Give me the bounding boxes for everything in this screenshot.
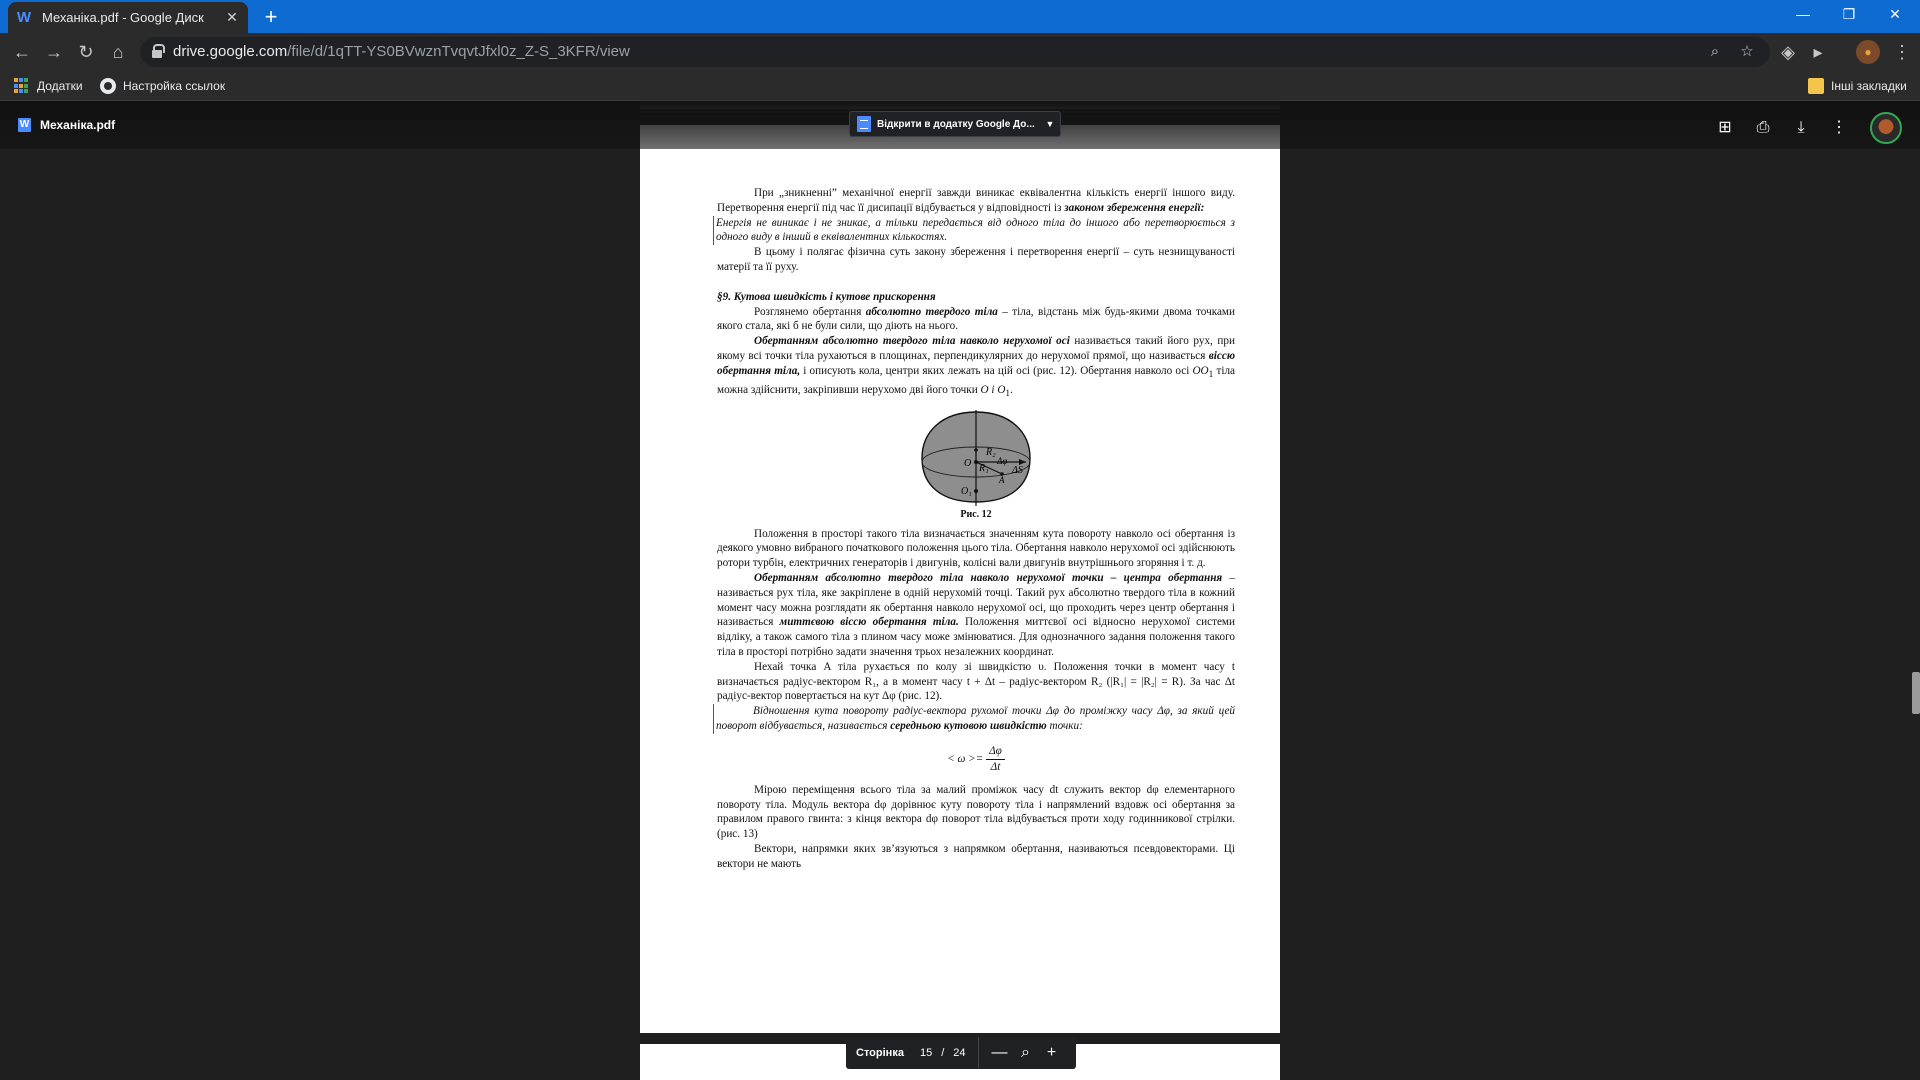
label-r1: R₁ [978,463,989,474]
bold-term: миттєвою віссю обертання тіла. [779,616,959,629]
viewer-header: W Механіка.pdf Відкрити в додатку Google… [0,101,1920,149]
math-term: OO [1192,364,1209,377]
lock-icon[interactable] [152,44,165,58]
paragraph: Положення в просторі такого тіла визнача… [717,527,1235,570]
tab-close-icon[interactable]: ✕ [224,9,240,26]
folder-icon [1808,78,1824,94]
bold-term: Обертанням абсолютно твердого тіла навко… [754,572,1223,585]
formula-fraction: Δφ Δt [986,744,1005,775]
browser-toolbar: ← → ↻ ⌂ drive.google.com/file/d/1qTT-YS0… [0,33,1920,71]
total-pages: 24 [953,1047,966,1059]
download-icon[interactable]: ⤓ [1790,117,1812,139]
bookmark-link-settings[interactable]: Настройка ссылок [100,71,225,101]
paragraph: Обертанням абсолютно твердого тіла навко… [717,335,1236,400]
figure-12: R₂ O R₁ Δφ A ΔS O₁ Рис. 12 [717,409,1235,523]
other-bookmarks[interactable]: Інші закладки [1808,71,1907,101]
document-title-text: Механіка.pdf [40,118,116,132]
label-ds: ΔS [1011,465,1023,476]
more-options-icon[interactable]: ⋮ [1828,117,1850,139]
paragraph: При „зникненні” механічної енергії завжд… [717,186,1235,216]
print-icon[interactable]: ⎙ [1752,117,1774,139]
minimize-button[interactable]: — [1780,0,1826,29]
label-o: O [964,458,971,469]
extension-play-icon[interactable]: ▸ [1806,40,1830,64]
url-path: /file/d/1qTT-YS0BVwznTvqvtJfxl0z_Z-S_3KF… [287,43,630,60]
new-tab-button[interactable]: + [258,4,284,30]
open-with-label: Відкрити в додатку Google До... [877,118,1035,130]
pdf-viewer: При „зникненні” механічної енергії завжд… [0,101,1920,1080]
other-bookmarks-label: Інші закладки [1831,79,1907,93]
paragraph-text: точки: [1046,719,1083,732]
account-avatar[interactable] [1870,112,1902,144]
bold-term: абсолютно твердого тіла [865,305,998,318]
word-doc-icon: W [18,118,31,132]
formula-denominator: Δt [990,760,1001,773]
law-quote: Енергія не виникає і не зникає, а тільки… [713,215,1235,246]
close-window-button[interactable]: ✕ [1872,0,1918,29]
section-heading: §9. Кутова швидкість і кутове прискоренн… [717,290,936,303]
paragraph: Розглянемо обертання абсолютно твердого … [717,305,1235,335]
url-host: drive.google.com [173,43,288,60]
page-text: При „зникненні” механічної енергії завжд… [713,186,1236,872]
profile-avatar-icon[interactable]: ● [1856,40,1880,64]
home-icon[interactable]: ⌂ [106,40,130,64]
address-bar[interactable]: drive.google.com/file/d/1qTT-YS0BVwznTvq… [140,37,1770,67]
label-dphi: Δφ [996,456,1007,466]
back-icon[interactable]: ← [10,40,34,64]
pdf-page: При „зникненні” механічної енергії завжд… [640,125,1280,1033]
reload-icon[interactable]: ↻ [74,40,98,64]
definition-quote: Відношення кута повороту радіус-вектора … [713,704,1235,734]
formula-lhs: < ω >= [947,752,984,765]
bookmark-label: Додатки [37,79,83,93]
figure-caption: Рис. 12 [960,508,992,520]
chevron-down-icon[interactable]: ▼ [1040,119,1060,129]
page-navigation-bar: Сторінка 15 / 24 — ⌕ + [846,1037,1076,1069]
document-title: W Механіка.pdf [18,118,115,132]
bookmark-star-icon[interactable]: ☆ [1737,42,1757,62]
zoom-in-button[interactable]: + [1039,1044,1065,1062]
forward-icon[interactable]: → [42,40,66,64]
open-with-button[interactable]: Відкрити в додатку Google До... ▼ [849,111,1061,137]
paragraph-text: і описують кола, центри яких лежать на ц… [800,364,1193,377]
paragraph: Вектори, напрямки яких зв’язуються з нап… [717,842,1235,870]
zoom-icon[interactable]: ⌕ [1705,42,1725,62]
current-page-input[interactable]: 15 [920,1047,932,1059]
paragraph: Мірою переміщення всього тіла за малий п… [717,783,1235,841]
label-r2: R₂ [985,447,996,458]
restore-button[interactable]: ❐ [1826,0,1872,29]
rotating-body-diagram: R₂ O R₁ Δφ A ΔS O₁ [921,409,1031,506]
bold-term: Обертанням абсолютно твердого тіла навко… [754,335,1070,348]
globe-icon [100,78,116,94]
label-o1: O₁ [961,486,972,497]
math-term: O і O [980,383,1006,396]
url-text[interactable]: drive.google.com/file/d/1qTT-YS0BVwznTvq… [173,37,630,67]
word-doc-icon: W [16,8,32,26]
apps-icon [14,78,30,94]
label-a: A [998,475,1005,485]
paragraph: Обертанням абсолютно твердого тіла навко… [717,571,1235,660]
formula-numerator: Δφ [986,744,1005,760]
extension-icon[interactable]: ◈ [1776,40,1800,64]
bold-term: середньою кутовою швидкістю [890,719,1047,732]
zoom-icon[interactable]: ⌕ [1013,1044,1039,1062]
browser-tab[interactable]: W Механіка.pdf - Google Диск ✕ [8,2,248,33]
bookmarks-bar: Додатки Настройка ссылок Інші закладки [0,71,1920,101]
page-separator: / [941,1047,945,1059]
scrollbar-thumb[interactable] [1912,672,1920,714]
paragraph: В цьому і полягає фізична суть закону зб… [717,246,1235,273]
tab-title: Механіка.pdf - Google Диск [42,10,204,25]
divider [977,1037,979,1069]
paragraph: Нехай точка A тіла рухається по колу зі … [717,660,1235,703]
bookmark-apps[interactable]: Додатки [14,71,83,101]
page-label: Сторінка [856,1047,904,1059]
bold-term: законом збереження енергії: [1064,201,1205,214]
google-docs-icon [857,116,871,132]
zoom-out-button[interactable]: — [987,1044,1013,1062]
angular-velocity-formula: < ω >= Δφ Δt [717,744,1235,775]
paragraph-text: Розглянемо обертання [754,305,866,318]
title-bar: W Механіка.pdf - Google Диск ✕ + — ❐ ✕ [0,0,1920,33]
add-to-drive-icon[interactable]: ⊞ [1714,117,1736,139]
browser-menu-icon[interactable]: ⋮ [1890,40,1914,64]
bookmark-label: Настройка ссылок [123,79,226,93]
